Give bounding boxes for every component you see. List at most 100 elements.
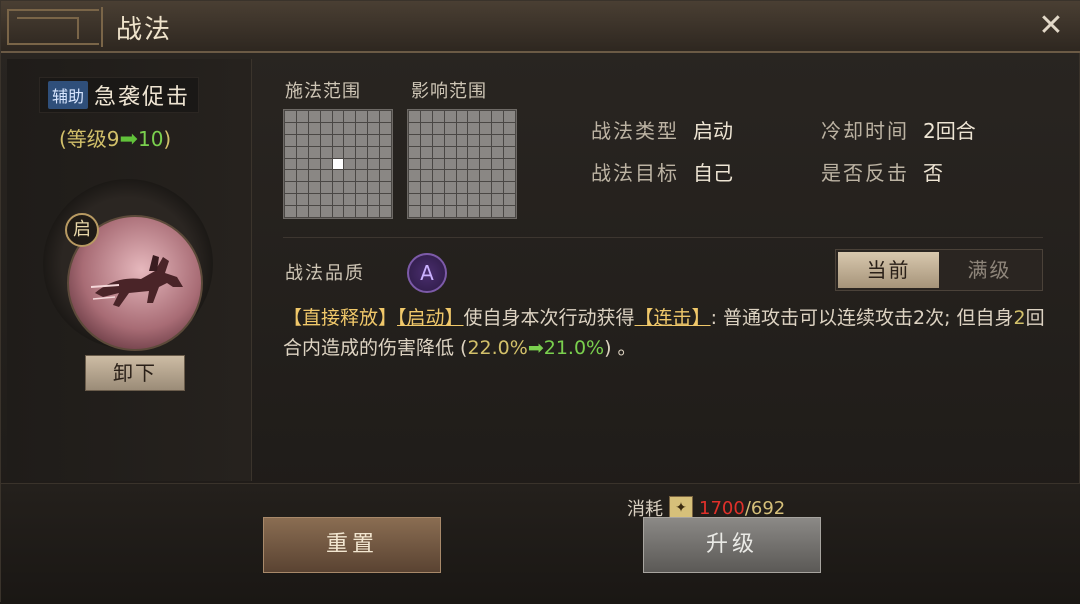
grid-cell: [504, 146, 515, 158]
grid-cell: [480, 182, 492, 194]
grid-cell: [492, 146, 504, 158]
upgrade-button[interactable]: 升级: [643, 517, 821, 573]
grid-cell: [285, 122, 296, 134]
grid-cell: [468, 122, 480, 134]
grid-cell: [480, 122, 492, 134]
grid-cell: [432, 194, 444, 206]
grid-cell: [409, 158, 420, 170]
grid-cell: [480, 111, 492, 122]
grid-cell: [380, 122, 391, 134]
title-divider: [101, 7, 109, 47]
grid-cell: [504, 122, 515, 134]
grid-cell: [332, 158, 344, 170]
cooldown-key: 冷却时间: [821, 119, 909, 143]
grid-cell: [409, 122, 420, 134]
grid-cell: [368, 194, 380, 206]
level-prefix: (等级9: [59, 127, 120, 151]
grid-cell: [504, 111, 515, 122]
grid-cell: [368, 206, 380, 217]
grid-cell: [308, 134, 320, 146]
grid-cell: [320, 182, 332, 194]
grid-cell: [456, 194, 468, 206]
grid-cell: [332, 206, 344, 217]
level-new: 10: [137, 127, 164, 151]
grid-cell: [320, 206, 332, 217]
title-bar: 战法 ✕: [1, 1, 1080, 53]
grid-cell: [492, 134, 504, 146]
grid-cell: [444, 122, 456, 134]
grid-cell: [444, 158, 456, 170]
cooldown-value: 2回合: [923, 119, 976, 143]
grid-cell: [432, 182, 444, 194]
grid-cell: [344, 206, 356, 217]
skill-dialog: 战法 ✕ 辅助 急袭促击 (等级9➡10) 启 卸下 施法范围 影响范围 战法类…: [0, 0, 1080, 604]
tab-current[interactable]: 当前: [838, 252, 939, 288]
grid-cell: [285, 170, 296, 182]
desc-start-tag[interactable]: 【启动】: [397, 307, 464, 329]
grid-cell: [444, 170, 456, 182]
grid-cell: [296, 146, 308, 158]
grid-cell: [332, 111, 344, 122]
level-suffix: ): [163, 127, 172, 151]
desc-rounds: 2: [1013, 307, 1026, 329]
grid-cell: [444, 194, 456, 206]
info-counter: 是否反击否: [821, 157, 943, 186]
close-icon[interactable]: ✕: [1035, 10, 1067, 42]
grid-cell: [468, 158, 480, 170]
grid-cell: [468, 146, 480, 158]
dialog-title: 战法: [116, 15, 173, 45]
grid-cell: [368, 111, 380, 122]
grid-cell: [332, 194, 344, 206]
desc-combo-tag[interactable]: 【连击】: [635, 307, 711, 329]
grid-cell: [332, 182, 344, 194]
desc-text-2: : 普通攻击可以连续攻击2次; 但自身: [710, 307, 1014, 329]
info-target: 战法目标 自己: [591, 157, 733, 186]
grid-cell: [356, 122, 368, 134]
grid-cell: [344, 194, 356, 206]
tab-max-level[interactable]: 满级: [939, 252, 1040, 288]
grid-cell: [344, 122, 356, 134]
grid-cell: [296, 158, 308, 170]
grid-cell: [456, 146, 468, 158]
grid-cell: [492, 122, 504, 134]
grid-cell: [344, 170, 356, 182]
grid-cell: [320, 194, 332, 206]
grid-cell: [308, 158, 320, 170]
grid-cell: [492, 182, 504, 194]
grid-cell: [456, 134, 468, 146]
grid-cell: [409, 194, 420, 206]
grid-cell: [368, 158, 380, 170]
grid-cell: [504, 194, 515, 206]
unequip-button[interactable]: 卸下: [85, 355, 185, 391]
grid-cell: [409, 170, 420, 182]
grid-cell: [456, 182, 468, 194]
grid-cell: [285, 182, 296, 194]
grid-cell: [296, 111, 308, 122]
grid-cell: [356, 170, 368, 182]
grid-cell: [456, 170, 468, 182]
grid-cell: [504, 206, 515, 217]
grid-cell: [344, 111, 356, 122]
grid-cell: [480, 170, 492, 182]
grid-cell: [368, 122, 380, 134]
grid-cell: [332, 170, 344, 182]
grid-cell: [480, 134, 492, 146]
grid-cell: [468, 206, 480, 217]
skill-detail-panel: 施法范围 影响范围 战法类型 启动 冷却时间 2回合 战法目标 自己 是否反击否 战法…: [253, 59, 1073, 481]
arrow-right-icon: ➡: [119, 127, 138, 152]
grid-cell: [380, 158, 391, 170]
grid-cell: [504, 170, 515, 182]
reset-button[interactable]: 重置: [263, 517, 441, 573]
grid-cell: [356, 206, 368, 217]
grid-cell: [468, 182, 480, 194]
grid-cell: [320, 170, 332, 182]
desc-text-1: 使自身本次行动获得: [463, 307, 635, 329]
grid-cell: [380, 146, 391, 158]
grid-cell: [504, 182, 515, 194]
grid-cell: [432, 146, 444, 158]
grid-cell: [380, 111, 391, 122]
grid-cell: [308, 194, 320, 206]
grid-cell: [356, 158, 368, 170]
grid-cell: [456, 158, 468, 170]
grid-cell: [444, 182, 456, 194]
